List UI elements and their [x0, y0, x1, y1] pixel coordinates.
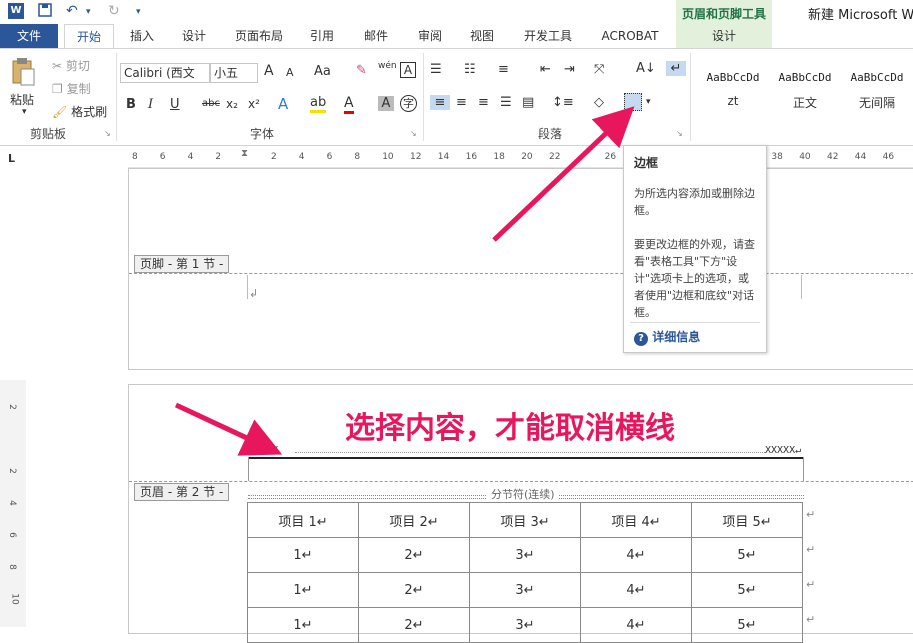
annotation-arrows: [174, 106, 635, 456]
arrow-to-borders: [492, 106, 635, 242]
annotation-text: 选择内容，才能取消横线: [345, 411, 675, 446]
arrow-to-header: [174, 402, 283, 456]
